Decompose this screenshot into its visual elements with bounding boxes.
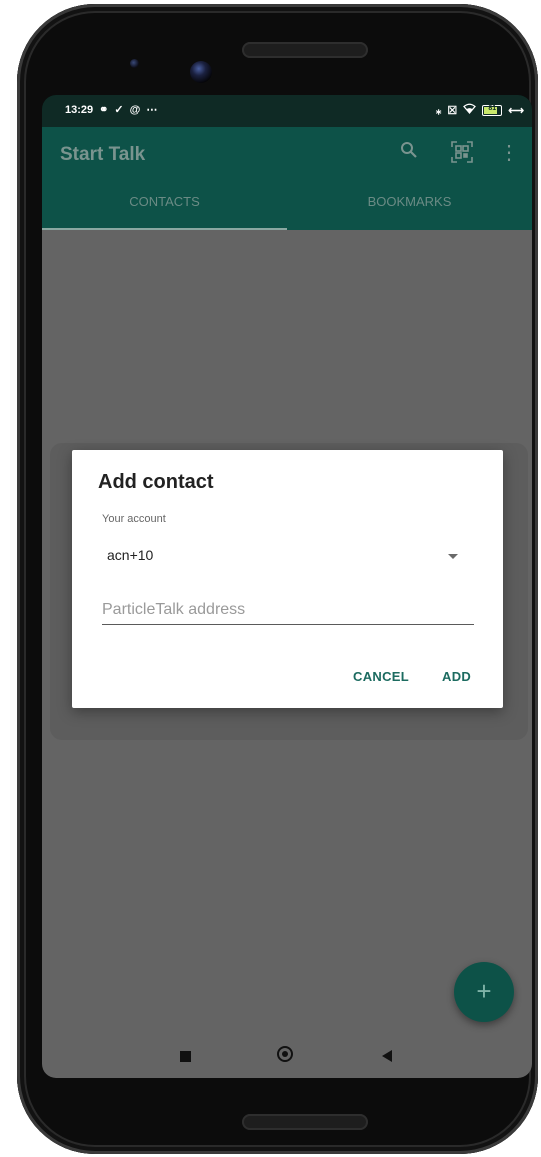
- dialog-title: Add contact: [98, 471, 214, 493]
- more-dots-icon: ⋯: [146, 104, 158, 116]
- proximity-sensor: [130, 59, 139, 68]
- overflow-menu-icon[interactable]: ⋮: [496, 141, 522, 165]
- dropdown-arrow-icon: [448, 554, 458, 559]
- bluetooth-icon: ⁎: [435, 104, 442, 117]
- status-time: 13:29: [65, 104, 94, 116]
- download-done-icon: ✓: [114, 104, 124, 116]
- battery-level: 81: [488, 105, 497, 112]
- cancel-button[interactable]: CANCEL: [353, 669, 409, 684]
- tab-contacts[interactable]: CONTACTS: [42, 190, 287, 230]
- account-select[interactable]: acn+10: [102, 542, 474, 568]
- earpiece-speaker: [242, 42, 368, 58]
- add-fab-button[interactable]: +: [454, 962, 514, 1022]
- charging-icon: ⟷: [508, 104, 524, 117]
- recents-icon[interactable]: [180, 1051, 191, 1062]
- account-label: Your account: [102, 513, 166, 525]
- at-icon: @: [129, 104, 141, 116]
- status-bar: 13:29 ⚭ ✓ @ ⋯ ⁎ ☒ 81 ⟷: [42, 95, 532, 127]
- app-bar: Start Talk ⋮ CONTACTS BOOKMARKS: [42, 127, 532, 230]
- bottom-speaker: [242, 1114, 368, 1130]
- battery-icon: 81: [482, 105, 503, 116]
- screen: 13:29 ⚭ ✓ @ ⋯ ⁎ ☒ 81 ⟷ Start Talk ⋮ CONT…: [42, 95, 532, 1078]
- link-icon: ⚭: [99, 104, 109, 116]
- qr-code-icon[interactable]: [449, 141, 475, 169]
- front-camera: [190, 61, 212, 83]
- home-icon[interactable]: [277, 1046, 293, 1062]
- add-button[interactable]: ADD: [442, 669, 471, 684]
- account-value: acn+10: [107, 547, 154, 563]
- address-input[interactable]: [102, 596, 474, 625]
- tab-bookmarks[interactable]: BOOKMARKS: [287, 190, 532, 230]
- back-icon[interactable]: [382, 1050, 392, 1062]
- system-nav-bar: [42, 1034, 532, 1078]
- sim-icon: ☒: [447, 104, 458, 117]
- tab-bar: CONTACTS BOOKMARKS: [42, 190, 532, 230]
- app-title: Start Talk: [60, 144, 146, 165]
- contacts-list-area: Add contact Your account acn+10 CANCEL A…: [42, 230, 532, 1034]
- add-contact-dialog: Add contact Your account acn+10 CANCEL A…: [72, 450, 503, 708]
- wifi-icon: [463, 103, 477, 118]
- search-icon[interactable]: [396, 141, 422, 165]
